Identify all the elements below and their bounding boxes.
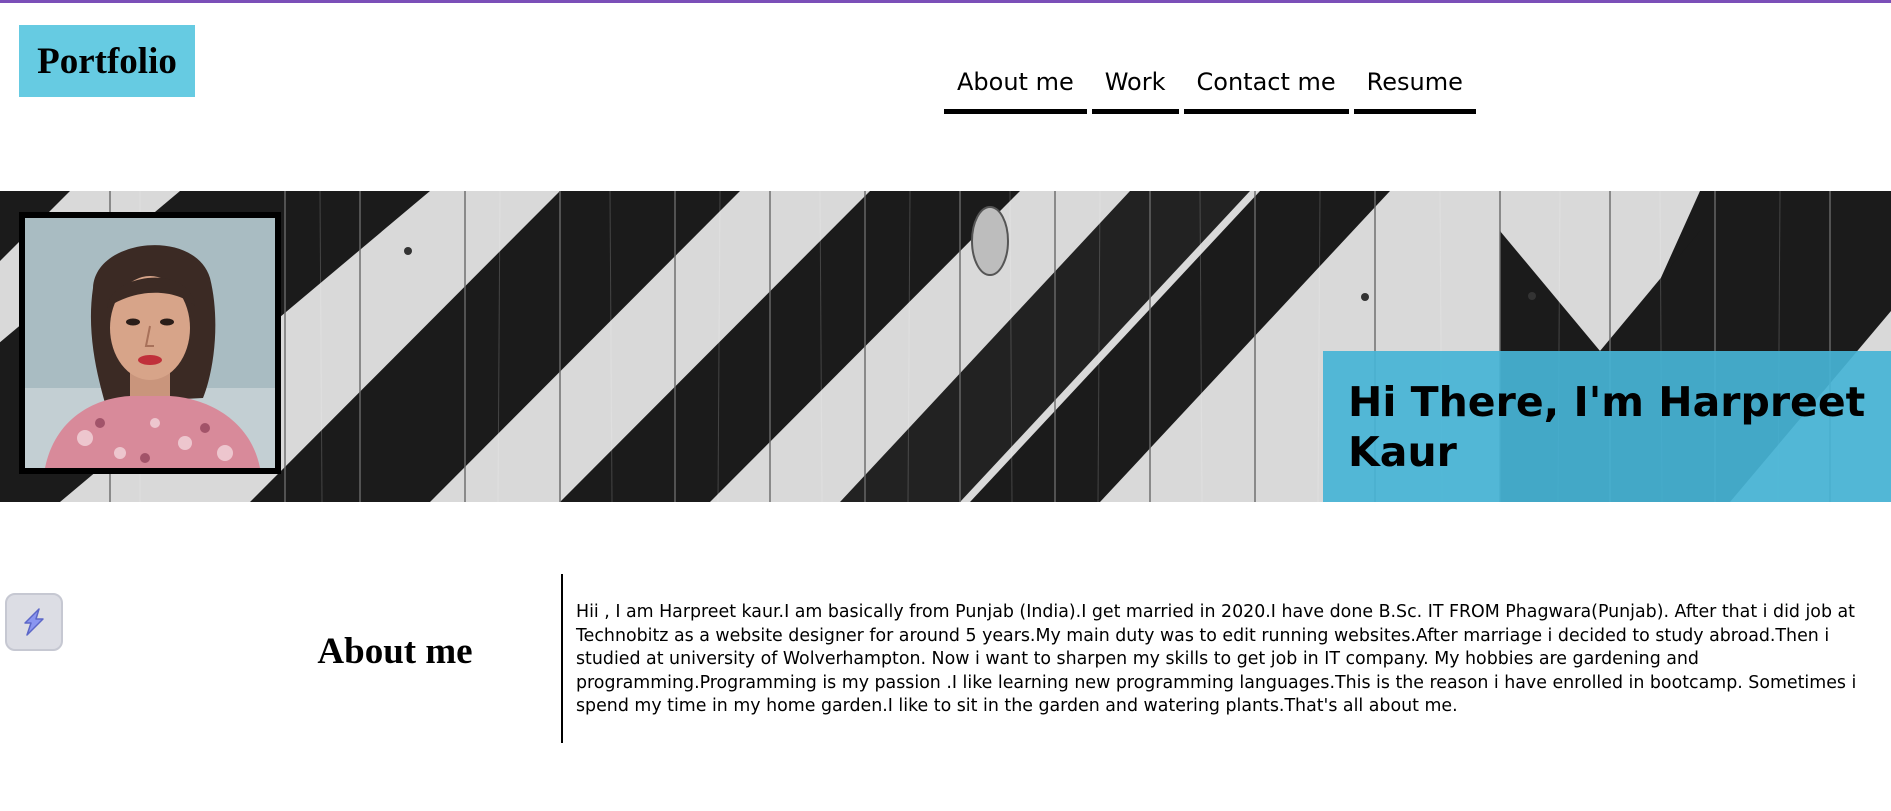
logo[interactable]: Portfolio — [19, 25, 195, 97]
hero-title-box: Hi There, I'm Harpreet Kaur — [1323, 351, 1891, 502]
profile-photo — [19, 212, 281, 474]
nav-contact-me[interactable]: Contact me — [1183, 62, 1349, 114]
nav-about-me[interactable]: About me — [944, 62, 1087, 114]
portrait-image — [25, 218, 275, 468]
extension-icon — [24, 608, 44, 636]
about-heading: About me — [317, 631, 473, 672]
section-divider — [561, 574, 563, 743]
top-accent-bar — [0, 0, 1891, 3]
logo-text: Portfolio — [37, 40, 177, 82]
about-paragraph: Hii , I am Harpreet kaur.I am basically … — [576, 602, 1857, 716]
main-nav: About me Work Contact me Resume — [944, 62, 1476, 114]
extension-widget[interactable] — [5, 593, 63, 651]
nav-work[interactable]: Work — [1091, 62, 1179, 114]
portfolio-page: Portfolio About me Work Contact me Resum… — [0, 0, 1891, 811]
hero-title: Hi There, I'm Harpreet Kaur — [1348, 378, 1866, 476]
nav-resume[interactable]: Resume — [1353, 62, 1476, 114]
